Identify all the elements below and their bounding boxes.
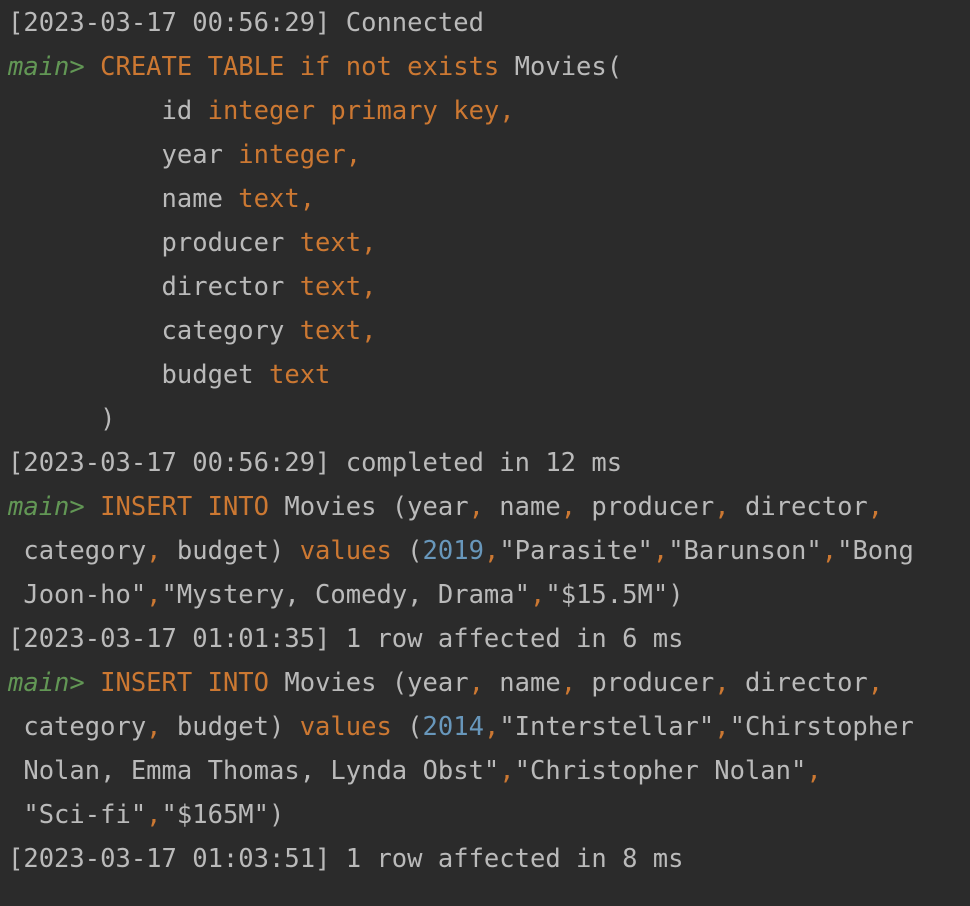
sql-string: "Mystery, Comedy, Drama" bbox=[161, 580, 530, 610]
sql-punctuation: , bbox=[821, 536, 838, 566]
log-line: [2023-03-17 01:01:35] 1 row affected in … bbox=[8, 617, 684, 661]
sql-identifier: id bbox=[8, 96, 208, 126]
log-text: [2023-03-17 00:56:29] Connected bbox=[8, 8, 484, 38]
sql-punctuation: , bbox=[146, 580, 162, 610]
sql-identifier: budget bbox=[8, 360, 269, 390]
sql-keyword: values bbox=[299, 712, 408, 742]
sql-punctuation: , bbox=[714, 712, 730, 742]
sql-identifier: name bbox=[8, 184, 239, 214]
console-line: ) bbox=[8, 397, 115, 441]
sql-identifier: name bbox=[483, 668, 561, 698]
console-line: director text, bbox=[8, 265, 377, 309]
sql-identifier: ( bbox=[407, 536, 423, 566]
sql-keyword: text, bbox=[299, 316, 377, 346]
sql-string: "$15.5M" bbox=[545, 580, 669, 610]
sql-identifier: ) bbox=[8, 404, 116, 434]
console-prompt: main> bbox=[8, 492, 101, 522]
sql-string: "Christopher Nolan" bbox=[514, 756, 807, 786]
log-line: [2023-03-17 00:56:29] Connected bbox=[8, 1, 484, 45]
console-line: Joon-ho","Mystery, Comedy, Drama","$15.5… bbox=[8, 573, 684, 617]
sql-keyword: integer, bbox=[238, 140, 362, 170]
log-line: [2023-03-17 00:56:29] completed in 12 ms bbox=[8, 441, 622, 485]
log-text: [2023-03-17 01:03:51] 1 row affected in … bbox=[8, 844, 684, 874]
sql-punctuation: , bbox=[146, 712, 162, 742]
sql-number: 2014 bbox=[422, 712, 484, 742]
console-line: budget text bbox=[8, 353, 331, 397]
sql-punctuation: , bbox=[652, 536, 669, 566]
console-line: category, budget) values (2019,"Parasite… bbox=[8, 529, 914, 573]
sql-keyword: values bbox=[299, 536, 408, 566]
console-prompt: main> bbox=[8, 668, 101, 698]
sql-identifier: ( bbox=[407, 712, 423, 742]
log-line: [2023-03-17 01:03:51] 1 row affected in … bbox=[8, 837, 684, 881]
sql-identifier: category bbox=[8, 316, 300, 346]
console-line: main> INSERT INTO Movies (year, name, pr… bbox=[8, 661, 883, 705]
sql-identifier: name bbox=[483, 492, 561, 522]
sql-identifier: budget) bbox=[161, 712, 300, 742]
console-line: id integer primary key, bbox=[8, 89, 515, 133]
sql-keyword: text bbox=[269, 360, 331, 390]
console-line: category, budget) values (2014,"Interste… bbox=[8, 705, 914, 749]
sql-punctuation: , bbox=[867, 668, 884, 698]
sql-punctuation: , bbox=[146, 800, 162, 830]
sql-keyword: INSERT INTO bbox=[100, 492, 285, 522]
sql-string: "Parasite" bbox=[499, 536, 653, 566]
sql-punctuation: , bbox=[146, 536, 162, 566]
log-text: [2023-03-17 01:01:35] 1 row affected in … bbox=[8, 624, 684, 654]
console-line: main> INSERT INTO Movies (year, name, pr… bbox=[8, 485, 883, 529]
sql-identifier: producer bbox=[576, 668, 715, 698]
console-line: main> CREATE TABLE if not exists Movies( bbox=[8, 45, 622, 89]
sql-punctuation: , bbox=[483, 536, 500, 566]
sql-string: "$165M" bbox=[161, 800, 269, 830]
sql-identifier: ) bbox=[668, 580, 684, 610]
sql-identifier: category bbox=[8, 536, 147, 566]
sql-keyword: text, bbox=[299, 272, 377, 302]
sql-keyword: INSERT INTO bbox=[100, 668, 285, 698]
sql-identifier: Movies( bbox=[514, 52, 623, 82]
sql-keyword: integer primary key, bbox=[207, 96, 515, 126]
sql-identifier: director bbox=[729, 668, 868, 698]
sql-identifier: director bbox=[729, 492, 868, 522]
sql-punctuation: , bbox=[468, 492, 484, 522]
sql-identifier: ) bbox=[269, 800, 285, 830]
sql-punctuation: , bbox=[560, 492, 577, 522]
sql-punctuation: , bbox=[468, 668, 484, 698]
sql-string: "Interstellar" bbox=[499, 712, 715, 742]
sql-identifier: budget) bbox=[161, 536, 300, 566]
sql-identifier: year bbox=[8, 140, 239, 170]
console-line: category text, bbox=[8, 309, 377, 353]
sql-string: "Bong bbox=[837, 536, 914, 566]
sql-punctuation: , bbox=[867, 492, 884, 522]
sql-string: "Sci-fi" bbox=[8, 800, 147, 830]
sql-keyword: CREATE TABLE if not exists bbox=[100, 52, 515, 82]
sql-punctuation: , bbox=[714, 668, 730, 698]
console-line: producer text, bbox=[8, 221, 377, 265]
sql-keyword: text, bbox=[238, 184, 316, 214]
sql-identifier: Movies (year bbox=[284, 492, 469, 522]
database-console-output[interactable]: [2023-03-17 00:56:29] Connected main> CRE… bbox=[0, 0, 970, 906]
sql-punctuation: , bbox=[560, 668, 577, 698]
console-line: year integer, bbox=[8, 133, 362, 177]
log-text: [2023-03-17 00:56:29] completed in 12 ms bbox=[8, 448, 623, 478]
sql-punctuation: , bbox=[483, 712, 500, 742]
console-line: "Sci-fi","$165M") bbox=[8, 793, 284, 837]
sql-punctuation: , bbox=[806, 756, 822, 786]
sql-identifier: producer bbox=[8, 228, 300, 258]
sql-string: Joon-ho" bbox=[8, 580, 147, 610]
sql-string: "Chirstopher bbox=[729, 712, 914, 742]
console-line: name text, bbox=[8, 177, 316, 221]
sql-keyword: text, bbox=[299, 228, 377, 258]
sql-identifier: director bbox=[8, 272, 300, 302]
sql-identifier: Movies (year bbox=[284, 668, 469, 698]
console-line: Nolan, Emma Thomas, Lynda Obst","Christo… bbox=[8, 749, 822, 793]
sql-punctuation: , bbox=[530, 580, 546, 610]
sql-punctuation: , bbox=[714, 492, 730, 522]
sql-number: 2019 bbox=[422, 536, 484, 566]
sql-identifier: category bbox=[8, 712, 147, 742]
sql-identifier: producer bbox=[576, 492, 715, 522]
console-prompt: main> bbox=[8, 52, 101, 82]
sql-string: "Barunson" bbox=[668, 536, 822, 566]
sql-punctuation: , bbox=[499, 756, 515, 786]
sql-string: Nolan, Emma Thomas, Lynda Obst" bbox=[8, 756, 500, 786]
